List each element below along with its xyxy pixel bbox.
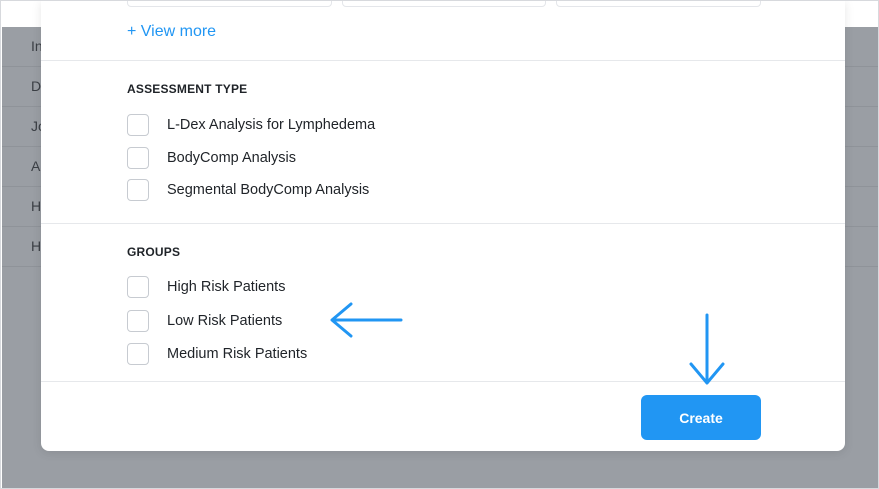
assessment-option-bodycomp[interactable]: BodyComp Analysis [127, 146, 296, 170]
assessment-type-heading: ASSESSMENT TYPE [127, 82, 248, 96]
background-row-text: H [31, 198, 41, 214]
group-option-high-risk[interactable]: High Risk Patients [127, 275, 285, 299]
group-option-low-risk[interactable]: Low Risk Patients [127, 309, 282, 333]
field-box [342, 1, 546, 7]
field-box [127, 1, 332, 7]
assessment-option-segmental[interactable]: Segmental BodyComp Analysis [127, 178, 369, 202]
view-more-link[interactable]: + View more [127, 23, 216, 41]
section-divider [41, 60, 845, 61]
option-label: Low Risk Patients [167, 313, 283, 329]
create-button[interactable]: Create [641, 395, 761, 440]
option-label: High Risk Patients [167, 279, 286, 295]
background-row-text: H [31, 238, 41, 254]
left-arrow-icon [330, 302, 403, 338]
checkbox[interactable] [127, 147, 149, 169]
field-box [556, 1, 761, 7]
option-label: Segmental BodyComp Analysis [167, 182, 370, 198]
option-label: Medium Risk Patients [167, 346, 308, 362]
background-row-text: In [31, 38, 41, 54]
section-divider [41, 223, 845, 224]
background-row-text: Jo [31, 118, 41, 134]
checkbox[interactable] [127, 343, 149, 365]
checkbox[interactable] [127, 310, 149, 332]
groups-heading: GROUPS [127, 245, 181, 259]
assessment-option-ldex[interactable]: L-Dex Analysis for Lymphedema [127, 113, 375, 137]
option-label: BodyComp Analysis [167, 150, 296, 166]
checkbox[interactable] [127, 179, 149, 201]
background-row-text: D [31, 78, 41, 94]
option-label: L-Dex Analysis for Lymphedema [167, 117, 376, 133]
checkbox[interactable] [127, 114, 149, 136]
down-arrow-icon [689, 313, 725, 385]
app-window: In D Jo A H H + View more ASSESSMENT TYP… [0, 0, 879, 489]
background-row-text: A [31, 158, 41, 174]
group-option-medium-risk[interactable]: Medium Risk Patients [127, 342, 307, 366]
checkbox[interactable] [127, 276, 149, 298]
